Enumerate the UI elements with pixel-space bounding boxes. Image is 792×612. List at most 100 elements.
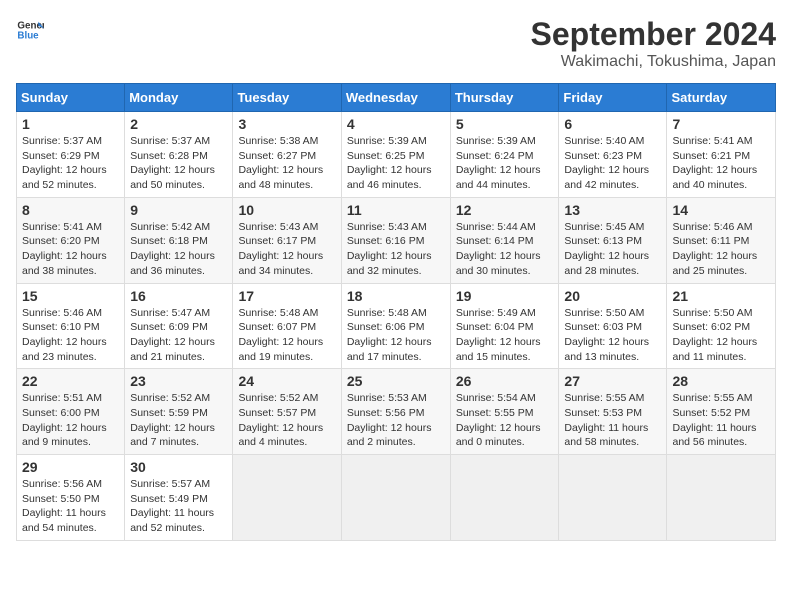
calendar-cell	[667, 455, 776, 541]
calendar-cell	[341, 455, 450, 541]
day-details: Sunrise: 5:43 AM Sunset: 6:16 PM Dayligh…	[347, 220, 445, 279]
col-header-thursday: Thursday	[450, 84, 559, 112]
page-header: General Blue September 2024 Wakimachi, T…	[16, 16, 776, 71]
logo: General Blue	[16, 16, 44, 44]
calendar-cell: 2Sunrise: 5:37 AM Sunset: 6:28 PM Daylig…	[125, 112, 233, 198]
day-details: Sunrise: 5:43 AM Sunset: 6:17 PM Dayligh…	[238, 220, 335, 279]
day-number: 29	[22, 459, 119, 475]
day-number: 20	[564, 288, 661, 304]
day-details: Sunrise: 5:50 AM Sunset: 6:03 PM Dayligh…	[564, 306, 661, 365]
day-details: Sunrise: 5:51 AM Sunset: 6:00 PM Dayligh…	[22, 391, 119, 450]
day-details: Sunrise: 5:38 AM Sunset: 6:27 PM Dayligh…	[238, 134, 335, 193]
day-number: 15	[22, 288, 119, 304]
day-number: 6	[564, 116, 661, 132]
day-number: 17	[238, 288, 335, 304]
page-subtitle: Wakimachi, Tokushima, Japan	[531, 53, 776, 71]
day-number: 21	[672, 288, 770, 304]
day-number: 23	[130, 373, 227, 389]
calendar-cell: 14 Sunrise: 5:46 AM Sunset: 6:11 PM Dayli…	[667, 197, 776, 283]
day-number: 3	[238, 116, 335, 132]
col-header-wednesday: Wednesday	[341, 84, 450, 112]
day-details: Sunrise: 5:46 AM Sunset: 6:10 PM Dayligh…	[22, 306, 119, 365]
calendar-cell: 4Sunrise: 5:39 AM Sunset: 6:25 PM Daylig…	[341, 112, 450, 198]
day-details: Sunrise: 5:48 AM Sunset: 6:06 PM Dayligh…	[347, 306, 445, 365]
calendar-header-row: SundayMondayTuesdayWednesdayThursdayFrid…	[17, 84, 776, 112]
col-header-tuesday: Tuesday	[233, 84, 341, 112]
calendar-week-row: 1Sunrise: 5:37 AM Sunset: 6:29 PM Daylig…	[17, 112, 776, 198]
calendar-cell: 3 Sunrise: 5:38 AM Sunset: 6:27 PM Daylig…	[233, 112, 341, 198]
day-details: Sunrise: 5:45 AM Sunset: 6:13 PM Dayligh…	[564, 220, 661, 279]
day-number: 26	[456, 373, 554, 389]
calendar-cell: 20 Sunrise: 5:50 AM Sunset: 6:03 PM Dayli…	[559, 283, 667, 369]
calendar-cell: 27 Sunrise: 5:55 AM Sunset: 5:53 PM Dayli…	[559, 369, 667, 455]
day-details: Sunrise: 5:50 AM Sunset: 6:02 PM Dayligh…	[672, 306, 770, 365]
day-details: Sunrise: 5:40 AM Sunset: 6:23 PM Dayligh…	[564, 134, 661, 193]
day-number: 9	[130, 202, 227, 218]
calendar-cell: 30Sunrise: 5:57 AM Sunset: 5:49 PM Dayli…	[125, 455, 233, 541]
day-number: 11	[347, 202, 445, 218]
calendar-cell: 24 Sunrise: 5:52 AM Sunset: 5:57 PM Dayli…	[233, 369, 341, 455]
calendar-cell: 5 Sunrise: 5:39 AM Sunset: 6:24 PM Daylig…	[450, 112, 559, 198]
calendar-cell: 19Sunrise: 5:49 AM Sunset: 6:04 PM Dayli…	[450, 283, 559, 369]
col-header-saturday: Saturday	[667, 84, 776, 112]
day-number: 14	[672, 202, 770, 218]
day-number: 24	[238, 373, 335, 389]
day-details: Sunrise: 5:55 AM Sunset: 5:52 PM Dayligh…	[672, 391, 770, 450]
day-number: 16	[130, 288, 227, 304]
day-details: Sunrise: 5:52 AM Sunset: 5:57 PM Dayligh…	[238, 391, 335, 450]
day-number: 25	[347, 373, 445, 389]
calendar-cell: 17 Sunrise: 5:48 AM Sunset: 6:07 PM Dayli…	[233, 283, 341, 369]
day-number: 7	[672, 116, 770, 132]
day-number: 1	[22, 116, 119, 132]
calendar-cell: 28 Sunrise: 5:55 AM Sunset: 5:52 PM Dayli…	[667, 369, 776, 455]
calendar-week-row: 15 Sunrise: 5:46 AM Sunset: 6:10 PM Dayli…	[17, 283, 776, 369]
day-details: Sunrise: 5:41 AM Sunset: 6:21 PM Dayligh…	[672, 134, 770, 193]
day-details: Sunrise: 5:44 AM Sunset: 6:14 PM Dayligh…	[456, 220, 554, 279]
title-block: September 2024 Wakimachi, Tokushima, Jap…	[531, 16, 776, 71]
day-details: Sunrise: 5:47 AM Sunset: 6:09 PM Dayligh…	[130, 306, 227, 365]
calendar-cell: 11 Sunrise: 5:43 AM Sunset: 6:16 PM Dayli…	[341, 197, 450, 283]
col-header-monday: Monday	[125, 84, 233, 112]
day-details: Sunrise: 5:52 AM Sunset: 5:59 PM Dayligh…	[130, 391, 227, 450]
calendar-cell: 29Sunrise: 5:56 AM Sunset: 5:50 PM Dayli…	[17, 455, 125, 541]
calendar-cell: 6 Sunrise: 5:40 AM Sunset: 6:23 PM Daylig…	[559, 112, 667, 198]
col-header-friday: Friday	[559, 84, 667, 112]
calendar-week-row: 8 Sunrise: 5:41 AM Sunset: 6:20 PM Daylig…	[17, 197, 776, 283]
calendar-cell: 13 Sunrise: 5:45 AM Sunset: 6:13 PM Dayli…	[559, 197, 667, 283]
logo-icon: General Blue	[16, 16, 44, 44]
day-number: 5	[456, 116, 554, 132]
day-details: Sunrise: 5:55 AM Sunset: 5:53 PM Dayligh…	[564, 391, 661, 450]
calendar-cell: 15 Sunrise: 5:46 AM Sunset: 6:10 PM Dayli…	[17, 283, 125, 369]
calendar-cell: 21 Sunrise: 5:50 AM Sunset: 6:02 PM Dayli…	[667, 283, 776, 369]
calendar-cell: 1Sunrise: 5:37 AM Sunset: 6:29 PM Daylig…	[17, 112, 125, 198]
day-number: 28	[672, 373, 770, 389]
day-details: Sunrise: 5:39 AM Sunset: 6:25 PM Dayligh…	[347, 134, 445, 193]
calendar-week-row: 22 Sunrise: 5:51 AM Sunset: 6:00 PM Dayli…	[17, 369, 776, 455]
day-number: 13	[564, 202, 661, 218]
day-number: 18	[347, 288, 445, 304]
calendar-cell: 23 Sunrise: 5:52 AM Sunset: 5:59 PM Dayli…	[125, 369, 233, 455]
calendar-cell	[559, 455, 667, 541]
day-details: Sunrise: 5:53 AM Sunset: 5:56 PM Dayligh…	[347, 391, 445, 450]
day-number: 27	[564, 373, 661, 389]
calendar-cell: 16 Sunrise: 5:47 AM Sunset: 6:09 PM Dayli…	[125, 283, 233, 369]
day-number: 22	[22, 373, 119, 389]
calendar-cell: 10Sunrise: 5:43 AM Sunset: 6:17 PM Dayli…	[233, 197, 341, 283]
col-header-sunday: Sunday	[17, 84, 125, 112]
calendar-cell: 7 Sunrise: 5:41 AM Sunset: 6:21 PM Daylig…	[667, 112, 776, 198]
calendar-table: SundayMondayTuesdayWednesdayThursdayFrid…	[16, 83, 776, 541]
calendar-cell: 8 Sunrise: 5:41 AM Sunset: 6:20 PM Daylig…	[17, 197, 125, 283]
day-details: Sunrise: 5:39 AM Sunset: 6:24 PM Dayligh…	[456, 134, 554, 193]
svg-text:Blue: Blue	[17, 30, 39, 41]
day-details: Sunrise: 5:48 AM Sunset: 6:07 PM Dayligh…	[238, 306, 335, 365]
day-number: 8	[22, 202, 119, 218]
day-details: Sunrise: 5:49 AM Sunset: 6:04 PM Dayligh…	[456, 306, 554, 365]
day-number: 2	[130, 116, 227, 132]
calendar-cell	[233, 455, 341, 541]
day-details: Sunrise: 5:54 AM Sunset: 5:55 PM Dayligh…	[456, 391, 554, 450]
calendar-cell: 25 Sunrise: 5:53 AM Sunset: 5:56 PM Dayli…	[341, 369, 450, 455]
day-details: Sunrise: 5:57 AM Sunset: 5:49 PM Dayligh…	[130, 477, 227, 536]
day-details: Sunrise: 5:41 AM Sunset: 6:20 PM Dayligh…	[22, 220, 119, 279]
day-details: Sunrise: 5:46 AM Sunset: 6:11 PM Dayligh…	[672, 220, 770, 279]
calendar-cell: 26 Sunrise: 5:54 AM Sunset: 5:55 PM Dayli…	[450, 369, 559, 455]
